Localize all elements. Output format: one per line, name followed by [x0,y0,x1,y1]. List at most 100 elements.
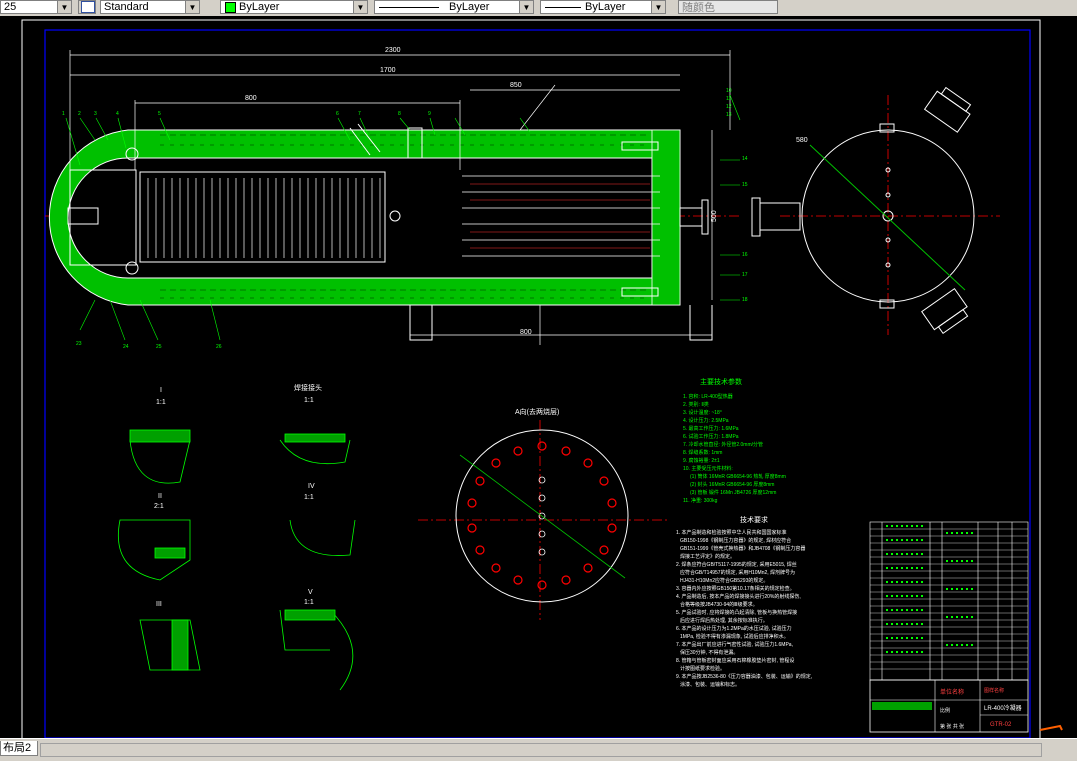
linetype-dropdown[interactable]: ByLayer ▼ [374,0,534,14]
tech-param-line: 6. 试验工作压力: 1.8MPa [683,433,739,440]
tech-param-line: (2) 封头 16MnR GB6654-96 厚度8mm [690,481,774,488]
tech-param-line: (3) 管板 锻件 16Mn JB4726 厚度12mm [690,489,776,496]
dim-scale-value: 25 [4,1,17,13]
tech-param-line: 3. 设计温度: ~18° [683,409,722,416]
tech-req-line: 9. 本产品按JB2536-80《压力容器油漆、包装、运输》的规定, [676,673,812,680]
drawing-canvas[interactable]: 2300 1700 800 850 800 500 580 1 2 3 4 5 … [0,16,1077,749]
title-scale-label: 比例 [940,707,950,714]
tech-req-line: 计按图纸要求检验。 [680,665,725,672]
lineweight-value: ByLayer [585,1,626,13]
balloon-11: 11 [726,96,731,102]
balloon-23: 23 [76,341,82,347]
tech-req-line: 1. 本产品制造和检验按照中华人民共和国国家标准 [676,529,787,536]
plotstyle-dropdown[interactable]: 随颜色 [678,0,778,14]
detail-i-scale: 1:1 [156,399,166,406]
tech-req-line: 2. 焊条应符合GB/T5117-1995的规定, 采用E5015, 焊丝 [676,561,797,568]
balloon-1: 1 [62,111,65,117]
dim-580: 580 [796,137,808,144]
tech-req-line: 焊接工艺评定》的规定。 [680,553,735,560]
dim-800: 800 [245,95,257,102]
text-style-dropdown[interactable]: Standard ▼ [100,0,200,14]
layer-dropdown[interactable]: ByLayer ▼ [220,0,368,14]
tech-req-line: 合格等级按JB4730-94的Ⅲ级要求。 [680,601,758,608]
detail-v-label: V [308,589,313,596]
balloon-4: 4 [116,111,119,117]
balloon-13: 13 [726,112,732,118]
tech-req-line: 5. 产品试验时, 应将焊接的凸起清除, 管板与换热管焊接 [676,609,797,616]
tech-req-line: 涂漆、包装、运输和标志。 [680,681,740,688]
balloon-10: 10 [726,88,732,94]
chevron-down-icon[interactable]: ▼ [57,1,71,13]
detail-iv-label: IV [308,483,315,490]
detail-iii-label: III [156,601,162,608]
chevron-down-icon[interactable]: ▼ [651,1,665,13]
linetype-sample [379,6,439,8]
balloon-3: 3 [94,111,97,117]
lineweight-dropdown[interactable]: ByLayer ▼ [540,0,666,14]
tech-param-line: 1. 容积: LR-400型热器 [683,393,733,400]
tech-req-line: 保压30分钟, 不得有泄漏。 [680,649,738,656]
tech-params-title: 主要技术参数 [700,377,742,386]
tech-param-line: 2. 类别: Ⅱ类 [683,401,709,408]
detail-ii-scale: 2:1 [154,503,164,510]
dim-800b: 800 [520,329,532,336]
layer-value: ByLayer [239,1,280,13]
detail-ii-label: II [158,493,162,500]
tech-param-line: 7. 冷却水管直径: 外径管2.0mm/分管 [683,441,763,448]
a-view-title: A向(去两烧层) [515,407,559,416]
chevron-down-icon[interactable]: ▼ [185,1,199,13]
tech-req-line: 1MPa, 检验不得有渗漏现象, 试验后应排净积水。 [680,633,789,640]
lineweight-sample [545,6,581,8]
text-style-icon-box[interactable] [78,0,96,14]
horizontal-scrollbar[interactable] [40,743,1042,757]
balloon-18: 18 [742,297,748,303]
tech-param-line: 11. 净重: 300kg [683,497,718,504]
text-style-icon [81,1,95,13]
dim-1700: 1700 [380,67,396,74]
balloon-5: 5 [158,111,161,117]
layout-tabs-bar: 布局2 [0,738,1077,761]
tech-req-title: 技术要求 [740,515,768,524]
balloon-6: 6 [336,111,339,117]
detail-iv-scale: 1:1 [304,494,314,501]
tech-req-line: 后应进行焊后热处理, 其余按标准执行。 [680,617,768,624]
balloon-8: 8 [398,111,401,117]
chevron-down-icon[interactable]: ▼ [353,1,367,13]
tech-req-line: 应符合GB/T14957的规定, 采用H10Mn2, 焊剂牌号为 [680,569,795,576]
dim-scale-dropdown[interactable]: 25 ▼ [0,0,72,14]
weld-detail-scale: 1:1 [304,397,314,404]
tech-req-line: GB151-1999《管壳式换热器》和JB4708《钢制压力容器 [680,545,805,552]
balloon-7: 7 [358,111,361,117]
tab-layout2[interactable]: 布局2 [0,741,39,756]
tech-param-line: 5. 最高工作压力: 1.6MPa [683,425,739,432]
tech-req-line: 8. 管箱与管板密封面应采用石棉橡胶垫片密封, 管程设 [676,657,794,664]
balloon-24: 24 [123,344,129,350]
balloon-12: 12 [726,104,732,110]
balloon-25: 25 [156,344,162,350]
plotstyle-value: 随颜色 [682,2,715,14]
tech-req-line: 3. 容器内外应按照GB150第10.17条相关的规定检查。 [676,585,795,592]
tech-param-line: (1) 筒体 16MnR GB6654-96 热轧 厚度8mm [690,473,786,480]
chevron-down-icon[interactable]: ▼ [519,1,533,13]
dim-850: 850 [510,82,522,89]
tech-param-line: 9. 腐蚀裕量: 2±1 [683,457,720,464]
detail-v-scale: 1:1 [304,599,314,606]
dim-500: 500 [711,210,718,222]
tech-req-line: 6. 本产品的设计压力为1.2MPa的水压试验, 试验压力 [676,625,792,632]
balloon-14: 14 [742,156,748,162]
layer-color-swatch [225,1,236,13]
balloon-9: 9 [428,111,431,117]
tech-param-line: 8. 焊缝系数: 1mm [683,449,722,456]
title-drawing-name: LR-400冷凝器 [984,704,1022,712]
cad-drawing[interactable]: 2300 1700 800 850 800 500 580 1 2 3 4 5 … [0,16,1077,749]
tech-req-line: GB150-1998《钢制压力容器》的规定, 焊材应符合 [680,537,791,544]
tech-param-line: 10. 主要受压元件材料: [683,465,733,472]
balloon-26: 26 [216,344,222,350]
balloon-2: 2 [78,111,81,117]
linetype-value: ByLayer [449,1,490,13]
balloon-16: 16 [742,252,748,258]
balloon-17: 17 [742,272,748,278]
detail-i-label: I [160,387,162,394]
tech-req-line: 4. 产品制造后, 按本产品的焊接接头进行20%的射线探伤, [676,593,801,600]
title-drawing-no: GTR-02 [990,722,1012,728]
